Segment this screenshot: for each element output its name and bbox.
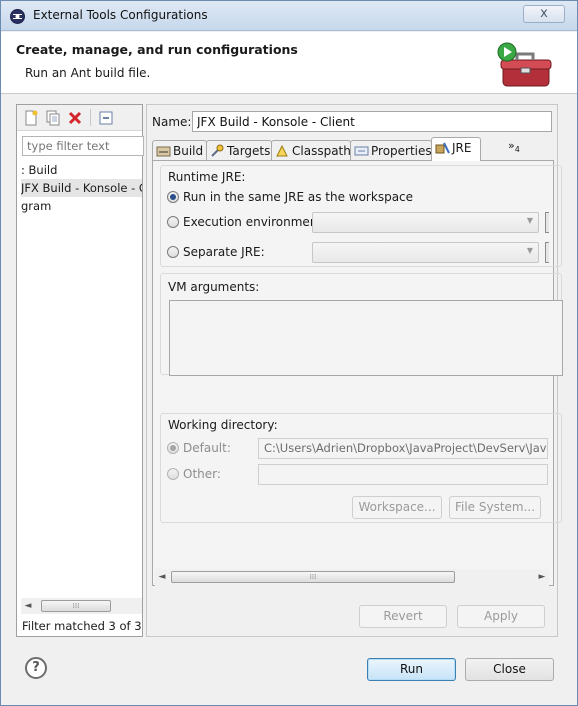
- radio-icon: [167, 468, 179, 480]
- tab-label: Classpath: [292, 144, 351, 158]
- scroll-thumb[interactable]: ⁞⁞⁞: [171, 571, 455, 583]
- runtime-jre-title: Runtime JRE:: [168, 170, 246, 184]
- tab-label: Build: [173, 144, 204, 158]
- duplicate-config-icon[interactable]: [45, 110, 61, 126]
- filter-status: Filter matched 3 of 3 it: [22, 619, 142, 633]
- tree-item-selected[interactable]: JFX Build - Konsole - C: [21, 179, 142, 197]
- other-directory-field[interactable]: [258, 464, 548, 485]
- execution-environment-label: Execution environment:: [183, 215, 327, 229]
- jre-tab-icon: [435, 142, 450, 154]
- run-button[interactable]: Run: [367, 658, 456, 681]
- window-title: External Tools Configurations: [33, 8, 208, 22]
- tab-classpath[interactable]: Classpath: [271, 140, 351, 161]
- name-label: Name:: [152, 115, 192, 129]
- other-directory-label: Other:: [183, 467, 221, 481]
- apply-button[interactable]: Apply: [457, 605, 545, 628]
- delete-config-icon[interactable]: [67, 110, 83, 126]
- title-bar: External Tools Configurations x: [1, 1, 577, 31]
- tab-label: JRE: [452, 141, 472, 155]
- jre-tab-content: Runtime JRE: Run in the same JRE as the …: [152, 160, 563, 586]
- working-directory-group: Working directory: Default: C:\Users\Adr…: [160, 413, 562, 523]
- tab-build[interactable]: Build: [152, 140, 207, 161]
- dialog-window: External Tools Configurations x Create, …: [0, 0, 578, 706]
- list-toolbar: [17, 105, 142, 131]
- scroll-left-arrow-icon[interactable]: ◄: [155, 569, 169, 585]
- toolbar-divider: [90, 109, 91, 126]
- radio-selected-icon: [167, 442, 179, 454]
- toolbox-run-icon: [497, 42, 552, 87]
- collapse-all-icon[interactable]: [98, 110, 114, 126]
- more-tabs-button[interactable]: »4: [508, 139, 520, 154]
- tab-properties[interactable]: Properties: [350, 140, 432, 161]
- tab-label: Targets: [227, 144, 271, 158]
- same-jre-radio[interactable]: Run in the same JRE as the workspace: [167, 190, 413, 204]
- properties-tab-icon: [354, 146, 369, 156]
- dropdown-arrow-icon: ▼: [526, 216, 533, 225]
- installed-jres-button-edge[interactable]: [545, 242, 549, 263]
- dropdown-arrow-icon: ▼: [526, 246, 533, 255]
- tab-targets[interactable]: Targets: [206, 140, 272, 161]
- file-system-button[interactable]: File System...: [449, 496, 541, 519]
- dialog-header: Create, manage, and run configurations R…: [1, 32, 577, 94]
- revert-button[interactable]: Revert: [359, 605, 447, 628]
- help-icon[interactable]: ?: [25, 657, 47, 679]
- scroll-left-arrow-icon[interactable]: ◄: [21, 598, 35, 614]
- configurations-list-panel: : Build JFX Build - Konsole - C gram ◄ ⁞…: [16, 104, 144, 637]
- filter-input[interactable]: [22, 136, 144, 156]
- tab-bar: Build Targets Classpath Properties JRE »…: [152, 137, 554, 161]
- environments-button-edge[interactable]: [545, 212, 549, 233]
- tab-label: Properties: [371, 144, 432, 158]
- window-close-button[interactable]: x: [523, 5, 565, 23]
- header-title: Create, manage, and run configurations: [16, 42, 298, 57]
- default-directory-radio[interactable]: Default:: [167, 441, 231, 455]
- runtime-jre-group: Runtime JRE: Run in the same JRE as the …: [160, 165, 562, 267]
- radio-icon: [167, 216, 179, 228]
- name-field[interactable]: [192, 111, 552, 132]
- separate-jre-radio[interactable]: Separate JRE:: [167, 245, 265, 259]
- default-directory-field[interactable]: C:\Users\Adrien\Dropbox\JavaProject\DevS…: [258, 438, 548, 459]
- working-directory-title: Working directory:: [168, 418, 278, 432]
- configuration-editor: Name: Build Targets Classpath Properties: [146, 104, 563, 637]
- targets-tab-icon: [211, 144, 224, 157]
- eclipse-icon: [10, 9, 25, 24]
- workspace-button[interactable]: Workspace...: [352, 496, 442, 519]
- scroll-right-arrow-icon[interactable]: ►: [535, 569, 549, 585]
- tree-item[interactable]: : Build: [21, 161, 142, 179]
- execution-environment-dropdown[interactable]: ▼: [312, 212, 539, 233]
- header-subtitle: Run an Ant build file.: [25, 66, 151, 80]
- radio-selected-icon: [167, 191, 179, 203]
- tab-horizontal-scrollbar[interactable]: ◄ ⁞⁞⁞ ►: [155, 569, 549, 586]
- default-directory-label: Default:: [183, 441, 231, 455]
- vm-arguments-title: VM arguments:: [168, 280, 260, 294]
- tree-item[interactable]: gram: [21, 197, 142, 215]
- classpath-tab-icon: [276, 144, 288, 157]
- vm-arguments-field[interactable]: [169, 300, 563, 376]
- separate-jre-label: Separate JRE:: [183, 245, 265, 259]
- list-horizontal-scrollbar[interactable]: ◄ ⁞⁞⁞: [21, 598, 142, 614]
- build-tab-icon: [156, 146, 171, 157]
- vm-arguments-group: VM arguments:: [160, 273, 563, 376]
- scroll-thumb[interactable]: ⁞⁞⁞: [41, 600, 111, 612]
- radio-icon: [167, 246, 179, 258]
- other-directory-radio[interactable]: Other:: [167, 467, 221, 481]
- same-jre-label: Run in the same JRE as the workspace: [183, 190, 414, 204]
- separate-jre-dropdown[interactable]: ▼: [312, 242, 539, 263]
- tab-jre[interactable]: JRE: [431, 137, 481, 161]
- new-config-icon[interactable]: [23, 110, 39, 126]
- close-button[interactable]: Close: [465, 658, 554, 681]
- execution-environment-radio[interactable]: Execution environment:: [167, 215, 326, 229]
